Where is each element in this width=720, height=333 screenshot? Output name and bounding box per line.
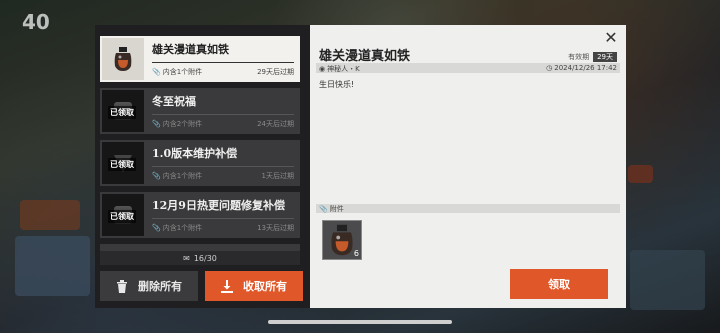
divider (152, 114, 294, 115)
close-icon[interactable]: ✕ (603, 28, 619, 47)
mail-counter: ✉ 16/30 (100, 251, 300, 265)
mail-attachment-info: 📎 内含1个附件 (152, 67, 202, 77)
delete-all-button[interactable]: 删除所有 (100, 271, 198, 301)
envelope-icon: ✉ (183, 253, 190, 263)
mail-expiry: 24天后过期 (257, 120, 294, 128)
paperclip-icon: 📎 (152, 224, 161, 232)
player-level: 40 (22, 10, 50, 34)
mail-attachment-info: 📎 内含2个附件 (152, 119, 202, 129)
claim-button[interactable]: 领取 (510, 269, 608, 299)
mail-list-panel: 雄关漫道真如铁 📎 内含1个附件 29天后过期 已领取 冬至祝福 📎 内含2个附件 … (95, 25, 310, 308)
mail-thumbnail: 已领取 (102, 142, 144, 184)
attachments-label: 附件 (329, 205, 344, 213)
mail-title: 12月9日热更问题修复补偿 (152, 199, 285, 212)
mail-thumbnail: 已领取 (102, 90, 144, 132)
detail-title: 雄关漫道真如铁 (319, 49, 411, 64)
datetime-text: 2024/12/26 17:42 (554, 64, 617, 72)
mail-expiry: 1天后过期 (261, 172, 294, 180)
claimed-badge: 已领取 (108, 106, 136, 119)
clock-icon: ◷ (546, 64, 553, 72)
mail-expiry: 13天后过期 (257, 224, 294, 232)
attachment-count-text: 内含1个附件 (162, 224, 203, 232)
sender-name: 神秘人・K (327, 65, 360, 73)
claimed-badge: 已领取 (108, 210, 136, 223)
paperclip-icon: 📎 (152, 172, 161, 180)
paperclip-icon: 📎 (152, 68, 161, 76)
mail-title: 冬至祝福 (152, 95, 196, 108)
divider (152, 62, 294, 63)
claim-label: 领取 (548, 278, 570, 291)
mail-item[interactable]: 雄关漫道真如铁 📎 内含1个附件 29天后过期 (100, 36, 300, 82)
attachment-quantity: 6 (353, 249, 359, 258)
mail-item[interactable]: 已领取 12月9日热更问题修复补偿 📎 内含1个附件 13天后过期 (100, 192, 300, 238)
attachment-count-text: 内含1个附件 (162, 172, 203, 180)
mail-attachment-info: 📎 内含1个附件 (152, 223, 202, 233)
potion-icon (114, 47, 132, 71)
divider (152, 218, 294, 219)
attachments-bar (316, 204, 620, 213)
mail-thumbnail (102, 38, 144, 80)
paperclip-icon: 📎 (152, 120, 161, 128)
validity: 有效期 29天 (568, 52, 617, 62)
collect-all-button[interactable]: 收取所有 (205, 271, 303, 301)
validity-label: 有效期 (568, 53, 590, 61)
divider (152, 166, 294, 167)
attachments-header: 📎 附件 (319, 204, 344, 214)
claimed-badge: 已领取 (108, 158, 136, 171)
attachment-count-text: 内含1个附件 (162, 68, 203, 76)
sender: ◉ 神秘人・K (319, 64, 360, 74)
trash-icon (117, 279, 127, 293)
collect-all-label: 收取所有 (243, 280, 287, 293)
delete-all-label: 删除所有 (138, 280, 182, 293)
mail-datetime: ◷ 2024/12/26 17:42 (546, 64, 617, 72)
mail-item[interactable]: 已领取 冬至祝福 📎 内含2个附件 24天后过期 (100, 88, 300, 134)
mail-detail-panel: ✕ 雄关漫道真如铁 有效期 29天 ◉ 神秘人・K ◷ 2024/12/26 1… (310, 25, 626, 308)
attachment-item[interactable]: 6 (322, 220, 362, 260)
mail-attachment-info: 📎 内含1个附件 (152, 171, 202, 181)
mail-title: 1.0版本维护补偿 (152, 147, 238, 160)
user-icon: ◉ (319, 65, 326, 73)
download-icon (221, 279, 233, 293)
home-indicator[interactable] (268, 320, 452, 324)
validity-value: 29天 (593, 52, 617, 62)
mail-count-text: 16/30 (193, 253, 217, 263)
mail-title: 雄关漫道真如铁 (152, 43, 229, 56)
mail-expiry: 29天后过期 (257, 68, 294, 76)
mail-thumbnail: 已领取 (102, 194, 144, 236)
attachment-count-text: 内含2个附件 (162, 120, 203, 128)
mail-item[interactable]: 已领取 1.0版本维护补偿 📎 内含1个附件 1天后过期 (100, 140, 300, 186)
mail-body: 生日快乐! (319, 80, 355, 89)
paperclip-icon: 📎 (319, 205, 328, 213)
